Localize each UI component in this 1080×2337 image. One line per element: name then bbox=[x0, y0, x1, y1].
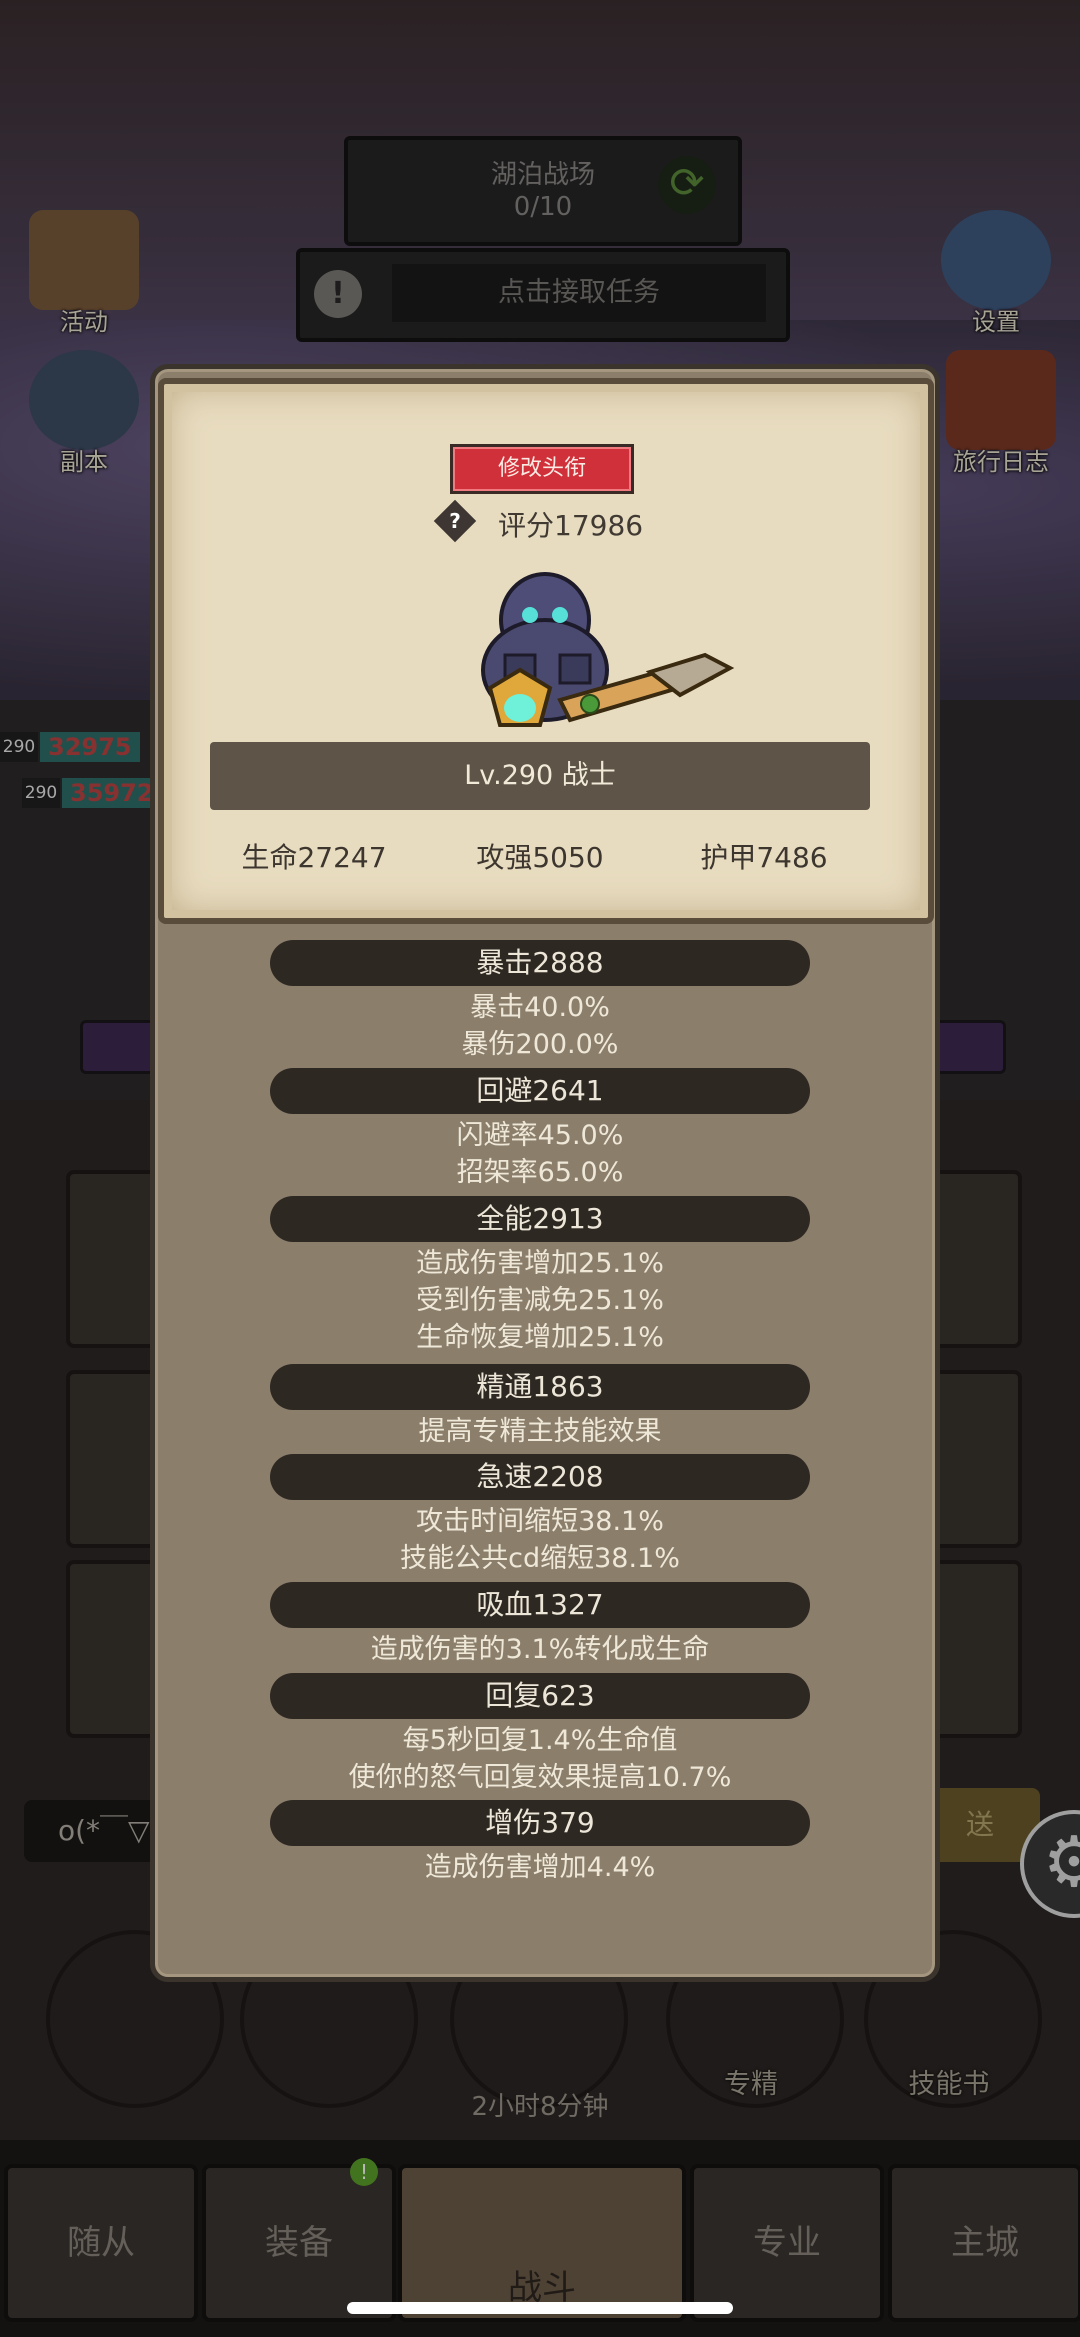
attr-header-haste: 急速2208 bbox=[270, 1454, 810, 1500]
attr-header-regen: 回复623 bbox=[270, 1673, 810, 1719]
attr-line: 招架率65.0% bbox=[456, 1157, 624, 1188]
attr-line: 暴击40.0% bbox=[470, 992, 610, 1023]
attr-line: 使你的怒气回复效果提高10.7% bbox=[348, 1762, 732, 1793]
attr-line: 提高专精主技能效果 bbox=[418, 1416, 662, 1447]
attr-header-dodge: 回避2641 bbox=[270, 1068, 810, 1114]
attr-line: 造成伤害增加4.4% bbox=[424, 1852, 656, 1883]
attr-line: 造成伤害增加25.1% bbox=[416, 1248, 664, 1279]
attr-line: 造成伤害的3.1%转化成生命 bbox=[370, 1634, 710, 1665]
change-title-button[interactable]: 修改头衔 bbox=[450, 444, 634, 494]
attr-header-lifesteal: 吸血1327 bbox=[270, 1582, 810, 1628]
attr-header-mastery: 精通1863 bbox=[270, 1364, 810, 1410]
score-row: ? 评分17986 bbox=[433, 499, 696, 544]
attr-line: 受到伤害减免25.1% bbox=[416, 1285, 664, 1316]
score-value: 评分17986 bbox=[498, 509, 644, 542]
armor-stat: 护甲7486 bbox=[700, 841, 828, 874]
hp-stat: 生命27247 bbox=[241, 841, 387, 874]
attr-line: 闪避率45.0% bbox=[456, 1120, 624, 1151]
help-icon[interactable]: ? bbox=[433, 499, 477, 543]
attr-header-damage-bonus: 增伤379 bbox=[270, 1800, 810, 1846]
attr-header-versatility: 全能2913 bbox=[270, 1196, 810, 1242]
attr-line: 技能公共cd缩短38.1% bbox=[400, 1543, 680, 1574]
attr-header-crit: 暴击2888 bbox=[270, 940, 810, 986]
attr-line: 生命恢复增加25.1% bbox=[416, 1322, 664, 1353]
attr-line: 每5秒回复1.4%生命值 bbox=[402, 1725, 678, 1756]
warrior-character bbox=[481, 572, 735, 727]
attr-line: 攻击时间缩短38.1% bbox=[416, 1506, 664, 1537]
home-indicator[interactable] bbox=[347, 2302, 733, 2314]
attack-stat: 攻强5050 bbox=[476, 841, 604, 874]
level-class-bar: Lv.290 战士 bbox=[210, 742, 870, 810]
attr-line: 暴伤200.0% bbox=[461, 1029, 619, 1060]
